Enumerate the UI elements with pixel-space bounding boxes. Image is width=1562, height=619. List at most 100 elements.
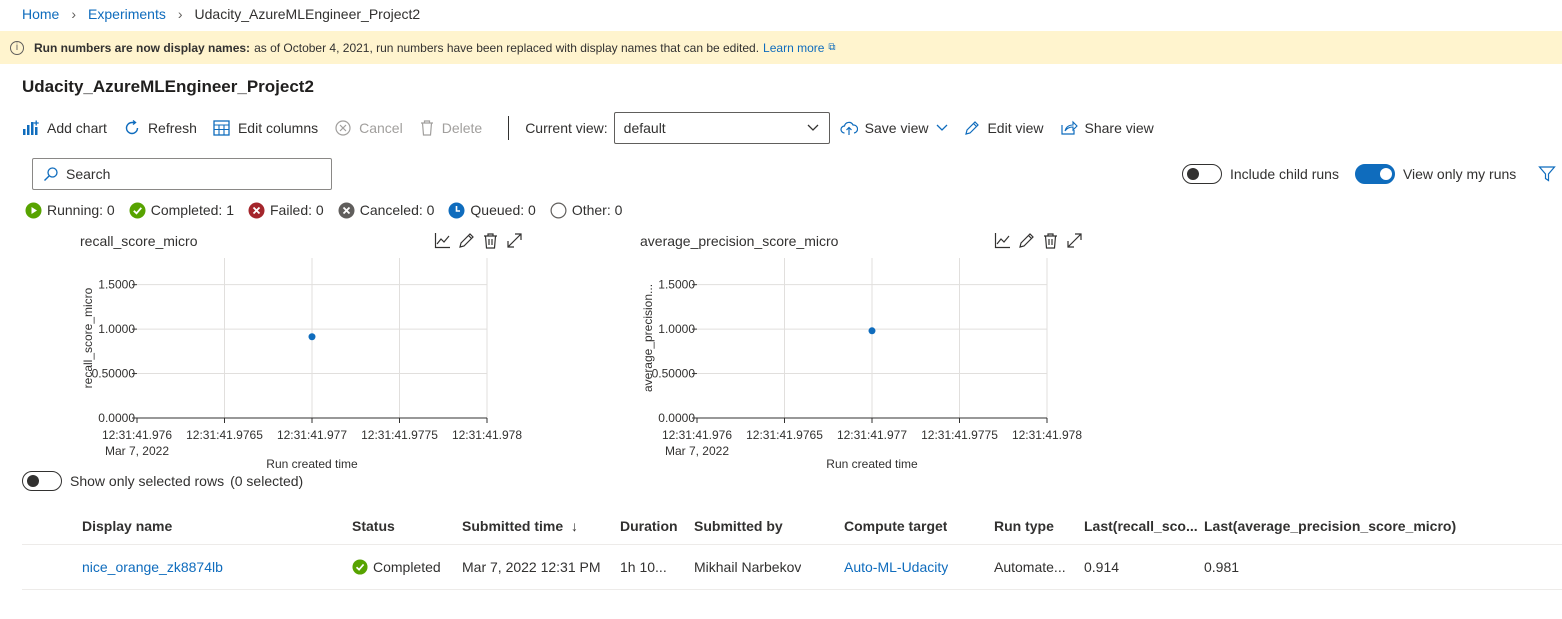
y-tick-label: 1.0000 [98, 322, 135, 336]
add-chart-label: Add chart [47, 120, 107, 136]
column-header-submitted-by[interactable]: Submitted by [694, 518, 783, 534]
line-chart-icon[interactable] [434, 232, 451, 249]
status-other-label: Other: 0 [571, 202, 623, 218]
table-row[interactable]: nice_orange_zk8874lb Completed Mar 7, 20… [22, 545, 1562, 590]
y-tick-label: 0.0000 [98, 411, 135, 425]
include-child-runs-toggle[interactable] [1182, 164, 1222, 184]
line-chart-icon[interactable] [994, 232, 1011, 249]
clock-icon [448, 202, 465, 218]
run-status-label: Completed [373, 559, 441, 575]
column-header-run-type[interactable]: Run type [994, 518, 1054, 534]
y-tick-label: 0.50000 [652, 367, 696, 381]
refresh-label: Refresh [147, 120, 197, 136]
data-point [308, 333, 316, 341]
x-tick-label: 12:31:41.9765 [186, 428, 263, 442]
x-tick-label: 12:31:41.978 [452, 428, 522, 442]
cancel-button[interactable]: Cancel [334, 119, 403, 137]
trash-icon[interactable] [482, 232, 499, 249]
status-failed[interactable]: Failed: 0 [248, 202, 324, 219]
x-tick-label: 12:31:41.977 [277, 428, 347, 442]
current-view-label: Current view: [525, 120, 608, 136]
filter-icon[interactable] [1538, 165, 1557, 183]
status-queued-label: Queued: 0 [470, 202, 536, 218]
expand-icon[interactable] [1066, 232, 1083, 249]
current-view-dropdown[interactable]: default [613, 112, 830, 144]
share-view-label: Share view [1084, 120, 1154, 136]
delete-button[interactable]: Delete [419, 119, 482, 137]
page-title: Udacity_AzureMLEngineer_Project2 [22, 77, 314, 96]
status-completed-label: Completed: 1 [150, 202, 234, 218]
column-header-status[interactable]: Status [352, 518, 395, 534]
share-view-button[interactable]: Share view [1060, 120, 1154, 136]
search-input[interactable]: Search [32, 158, 332, 190]
y-axis-label: recall_score_micro [81, 287, 95, 388]
pencil-icon[interactable] [458, 232, 475, 249]
x-tick-label: 12:31:41.976 [102, 428, 172, 442]
status-running-label: Running: 0 [47, 202, 115, 218]
chart-2-title: average_precision_score_micro [640, 233, 839, 249]
run-filters: Include child runs View only my runs [1182, 164, 1557, 184]
pencil-icon [965, 121, 980, 135]
bar-chart-icon [23, 120, 39, 135]
run-status-summary: Running: 0 Completed: 1 Failed: 0 Cancel… [25, 201, 636, 219]
data-point [868, 327, 876, 335]
save-view-button[interactable]: Save view [840, 120, 949, 136]
chevron-down-icon [937, 124, 948, 131]
chart-2: 0.0000 0.50000 1.0000 1.5000 12:31:41.976 12:… [641, 258, 1082, 470]
learn-more-link[interactable]: Learn more [763, 41, 824, 55]
chevron-down-icon [807, 124, 819, 131]
column-header-last-average-precision[interactable]: Last(average_precision_score_micro) [1204, 518, 1456, 534]
run-compute-target-link[interactable]: Auto-ML-Udacity [844, 559, 948, 575]
edit-columns-button[interactable]: Edit columns [213, 120, 318, 136]
column-header-last-recall[interactable]: Last(recall_sco... [1084, 518, 1198, 534]
column-header-submitted-time[interactable]: Submitted time ↓ [462, 518, 578, 534]
chart-1-title: recall_score_micro [80, 233, 198, 249]
x-tick-label: 12:31:41.9775 [361, 428, 438, 442]
share-icon [1060, 120, 1078, 135]
chart-2-actions [994, 232, 1090, 249]
status-queued[interactable]: Queued: 0 [448, 202, 536, 219]
y-tick-label: 1.0000 [658, 322, 695, 336]
x-tick-label: 12:31:41.976 [662, 428, 732, 442]
expand-icon[interactable] [506, 232, 523, 249]
chart-1-actions [434, 232, 530, 249]
column-header-compute-target[interactable]: Compute target [844, 518, 947, 534]
edit-view-button[interactable]: Edit view [964, 120, 1044, 136]
run-display-name-link[interactable]: nice_orange_zk8874lb [82, 559, 223, 575]
selected-count: (0 selected) [230, 473, 304, 489]
column-header-display-name[interactable]: Display name [82, 518, 172, 534]
x-tick-label: 12:31:41.9765 [746, 428, 823, 442]
y-tick-label: 1.5000 [658, 278, 695, 292]
show-selected-rows: Show only selected rows (0 selected) [22, 471, 303, 491]
run-status: Completed [352, 559, 441, 575]
banner-text: as of October 4, 2021, run numbers have … [254, 40, 760, 55]
breadcrumb: Home › Experiments › Udacity_AzureMLEngi… [22, 5, 420, 23]
view-only-my-runs-label: View only my runs [1402, 166, 1517, 182]
y-axis-label: average_precision... [641, 284, 655, 392]
breadcrumb-home[interactable]: Home [22, 6, 59, 22]
circle-icon [550, 201, 567, 219]
view-only-my-runs-toggle[interactable] [1354, 164, 1395, 184]
pencil-icon[interactable] [1018, 232, 1035, 249]
column-header-duration[interactable]: Duration [620, 518, 678, 534]
banner-bold-text: Run numbers are now display names: [34, 40, 251, 55]
chevron-right-icon: › [177, 6, 183, 22]
y-tick-label: 0.50000 [92, 367, 136, 381]
run-duration: 1h 10... [620, 559, 667, 575]
toolbar-divider [508, 116, 510, 140]
status-completed[interactable]: Completed: 1 [129, 202, 234, 219]
current-view-value: default [623, 120, 666, 136]
chevron-right-icon: › [71, 6, 77, 22]
status-other[interactable]: Other: 0 [550, 201, 623, 219]
edit-columns-label: Edit columns [237, 120, 319, 136]
refresh-button[interactable]: Refresh [123, 119, 197, 137]
breadcrumb-experiments[interactable]: Experiments [88, 6, 166, 22]
trash-icon[interactable] [1042, 232, 1059, 249]
add-chart-button[interactable]: Add chart [22, 120, 107, 136]
status-canceled[interactable]: Canceled: 0 [338, 202, 434, 219]
show-selected-rows-toggle[interactable] [22, 471, 62, 491]
x-tick-label: 12:31:41.977 [837, 428, 907, 442]
status-running[interactable]: Running: 0 [25, 202, 115, 219]
chart-1: 0.0000 0.50000 1.0000 1.5000 12:31:41.976 12:… [81, 258, 522, 470]
y-tick-label: 0.0000 [658, 411, 695, 425]
